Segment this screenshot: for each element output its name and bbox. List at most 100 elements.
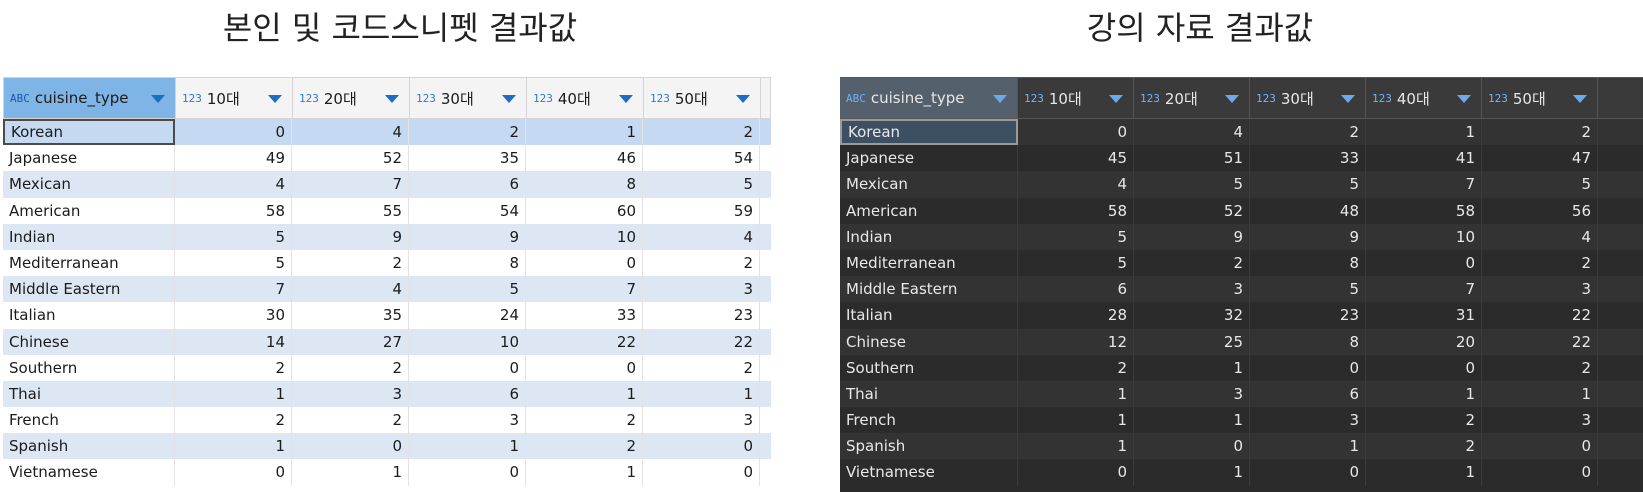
cuisine-cell[interactable]: Middle Eastern bbox=[3, 276, 175, 303]
count-cell[interactable]: 4 bbox=[1482, 223, 1598, 250]
cuisine-cell[interactable]: Spanish bbox=[840, 433, 1018, 460]
count-cell[interactable]: 6 bbox=[1018, 276, 1134, 303]
left-column-header-5[interactable]: 123 50대 bbox=[644, 78, 761, 118]
count-cell[interactable]: 32 bbox=[1134, 302, 1250, 329]
table-row[interactable]: Chinese 14 27 10 22 22 bbox=[3, 328, 771, 355]
count-cell[interactable]: 8 bbox=[1250, 328, 1366, 355]
left-column-header-1[interactable]: 123 10대 bbox=[176, 78, 293, 118]
count-cell[interactable]: 3 bbox=[643, 276, 760, 303]
cuisine-cell[interactable]: Chinese bbox=[840, 328, 1018, 355]
count-cell[interactable]: 3 bbox=[1134, 276, 1250, 303]
left-column-header-3[interactable]: 123 30대 bbox=[410, 78, 527, 118]
table-row[interactable]: Thai 1 3 6 1 1 bbox=[840, 380, 1643, 408]
count-cell[interactable]: 5 bbox=[1250, 276, 1366, 303]
count-cell[interactable]: 0 bbox=[292, 433, 409, 460]
count-cell[interactable]: 7 bbox=[292, 171, 409, 198]
chevron-down-icon[interactable] bbox=[268, 95, 282, 103]
table-row[interactable]: Korean 0 4 2 1 2 bbox=[3, 119, 771, 146]
cuisine-cell[interactable]: Chinese bbox=[3, 328, 175, 355]
cuisine-cell[interactable]: Mediterranean bbox=[840, 249, 1018, 277]
count-cell[interactable]: 0 bbox=[1018, 459, 1134, 486]
count-cell[interactable]: 0 bbox=[1018, 119, 1134, 146]
count-cell[interactable]: 60 bbox=[526, 197, 643, 224]
cuisine-cell[interactable]: Korean bbox=[3, 119, 175, 146]
count-cell[interactable]: 4 bbox=[643, 223, 760, 250]
count-cell[interactable]: 1 bbox=[526, 380, 643, 408]
count-cell[interactable]: 2 bbox=[526, 407, 643, 434]
count-cell[interactable]: 5 bbox=[409, 276, 526, 303]
count-cell[interactable]: 9 bbox=[1250, 223, 1366, 250]
count-cell[interactable]: 27 bbox=[292, 328, 409, 355]
count-cell[interactable]: 47 bbox=[1482, 145, 1598, 172]
chevron-down-icon[interactable] bbox=[993, 95, 1007, 103]
count-cell[interactable]: 2 bbox=[292, 354, 409, 381]
table-row[interactable]: Italian 30 35 24 33 23 bbox=[3, 302, 771, 329]
count-cell[interactable]: 2 bbox=[175, 407, 292, 434]
count-cell[interactable]: 5 bbox=[175, 223, 292, 250]
count-cell[interactable]: 49 bbox=[175, 145, 292, 172]
table-row[interactable]: Indian 5 9 9 10 4 bbox=[840, 223, 1643, 250]
count-cell[interactable]: 9 bbox=[292, 223, 409, 250]
count-cell[interactable]: 46 bbox=[526, 145, 643, 172]
count-cell[interactable]: 0 bbox=[1134, 433, 1250, 460]
count-cell[interactable]: 4 bbox=[1018, 171, 1134, 198]
chevron-down-icon[interactable] bbox=[1225, 95, 1239, 103]
count-cell[interactable]: 5 bbox=[643, 171, 760, 198]
table-row[interactable]: Mexican 4 5 5 7 5 bbox=[840, 171, 1643, 198]
cuisine-cell[interactable]: Southern bbox=[840, 354, 1018, 381]
count-cell[interactable]: 58 bbox=[1018, 197, 1134, 224]
count-cell[interactable]: 2 bbox=[1366, 433, 1482, 460]
count-cell[interactable]: 14 bbox=[175, 328, 292, 355]
count-cell[interactable]: 1 bbox=[1366, 119, 1482, 146]
count-cell[interactable]: 2 bbox=[526, 433, 643, 460]
count-cell[interactable]: 41 bbox=[1366, 145, 1482, 172]
count-cell[interactable]: 3 bbox=[1134, 380, 1250, 408]
chevron-down-icon[interactable] bbox=[1341, 95, 1355, 103]
table-row[interactable]: Japanese 49 52 35 46 54 bbox=[3, 145, 771, 172]
count-cell[interactable]: 5 bbox=[1482, 171, 1598, 198]
count-cell[interactable]: 56 bbox=[1482, 197, 1598, 224]
left-result-grid[interactable]: ABC cuisine_type 123 10대 123 20대 123 30대 123 40대 1… bbox=[3, 77, 771, 492]
count-cell[interactable]: 22 bbox=[1482, 328, 1598, 355]
count-cell[interactable]: 10 bbox=[526, 223, 643, 250]
count-cell[interactable]: 0 bbox=[1482, 459, 1598, 486]
count-cell[interactable]: 52 bbox=[1134, 197, 1250, 224]
count-cell[interactable]: 3 bbox=[292, 380, 409, 408]
chevron-down-icon[interactable] bbox=[1109, 95, 1123, 103]
table-row[interactable]: French 1 1 3 2 3 bbox=[840, 407, 1643, 434]
count-cell[interactable]: 1 bbox=[1018, 380, 1134, 408]
count-cell[interactable]: 1 bbox=[175, 433, 292, 460]
table-row[interactable]: Chinese 12 25 8 20 22 bbox=[840, 328, 1643, 355]
count-cell[interactable]: 1 bbox=[643, 380, 760, 408]
count-cell[interactable]: 51 bbox=[1134, 145, 1250, 172]
cuisine-cell[interactable]: French bbox=[3, 407, 175, 434]
count-cell[interactable]: 8 bbox=[1250, 249, 1366, 277]
count-cell[interactable]: 35 bbox=[292, 302, 409, 329]
chevron-down-icon[interactable] bbox=[1457, 95, 1471, 103]
count-cell[interactable]: 2 bbox=[1018, 354, 1134, 381]
left-column-header-4[interactable]: 123 40대 bbox=[527, 78, 644, 118]
chevron-down-icon[interactable] bbox=[1573, 95, 1587, 103]
table-row[interactable]: Italian 28 32 23 31 22 bbox=[840, 302, 1643, 329]
right-column-header-3[interactable]: 123 30대 bbox=[1250, 78, 1366, 118]
count-cell[interactable]: 7 bbox=[526, 276, 643, 303]
count-cell[interactable]: 7 bbox=[175, 276, 292, 303]
count-cell[interactable]: 55 bbox=[292, 197, 409, 224]
count-cell[interactable]: 1 bbox=[1018, 407, 1134, 434]
count-cell[interactable]: 0 bbox=[1366, 249, 1482, 277]
count-cell[interactable]: 12 bbox=[1018, 328, 1134, 355]
count-cell[interactable]: 52 bbox=[292, 145, 409, 172]
count-cell[interactable]: 31 bbox=[1366, 302, 1482, 329]
chevron-down-icon[interactable] bbox=[151, 95, 165, 103]
right-column-header-5[interactable]: 123 50대 bbox=[1482, 78, 1598, 118]
count-cell[interactable]: 7 bbox=[1366, 171, 1482, 198]
count-cell[interactable]: 58 bbox=[1366, 197, 1482, 224]
count-cell[interactable]: 1 bbox=[1482, 380, 1598, 408]
table-row[interactable]: Vietnamese 0 1 0 1 0 bbox=[840, 459, 1643, 486]
cuisine-cell[interactable]: Vietnamese bbox=[3, 459, 175, 486]
chevron-down-icon[interactable] bbox=[619, 95, 633, 103]
cuisine-cell[interactable]: Mexican bbox=[3, 171, 175, 198]
count-cell[interactable]: 0 bbox=[409, 354, 526, 381]
count-cell[interactable]: 4 bbox=[175, 171, 292, 198]
count-cell[interactable]: 5 bbox=[1018, 223, 1134, 250]
